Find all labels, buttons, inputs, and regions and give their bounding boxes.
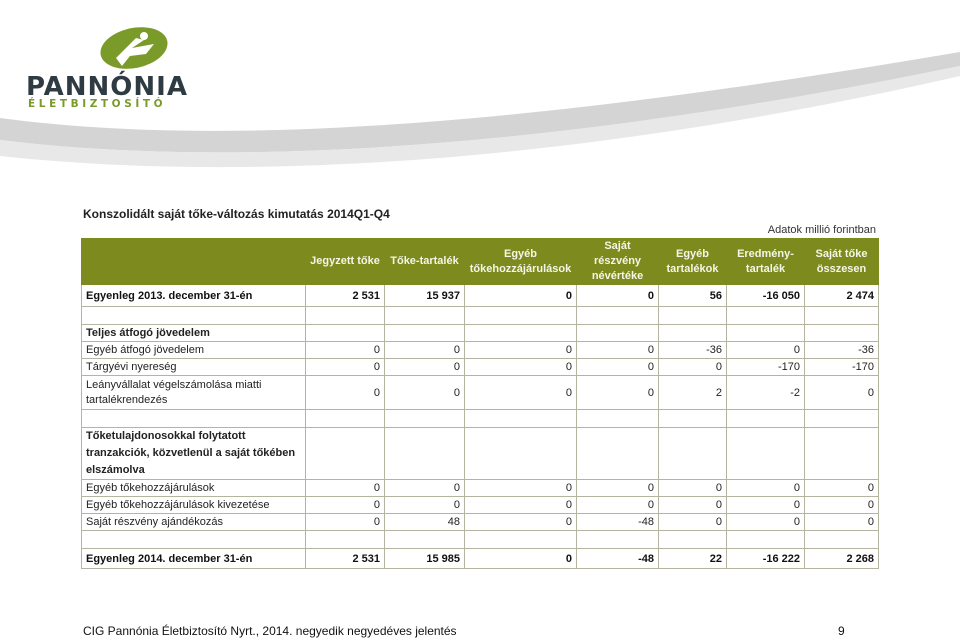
value-cell: 0 bbox=[464, 284, 577, 307]
logo-tagline: ÉLETBIZTOSÍTÓ bbox=[28, 98, 167, 110]
value-cell: 0 bbox=[726, 479, 805, 497]
report-title: Konszolidált saját tőke-változás kimutat… bbox=[83, 207, 390, 221]
row-label: Egyéb tőkehozzájárulások kivezetése bbox=[81, 496, 306, 514]
value-cell: -36 bbox=[658, 341, 727, 359]
value-cell: 0 bbox=[804, 496, 879, 514]
value-cell: 0 bbox=[464, 375, 577, 410]
row-label: Egyéb átfogó jövedelem bbox=[81, 341, 306, 359]
value-cell: 0 bbox=[726, 513, 805, 531]
section-label: Tőketulajdonosokkal folytatott tranzakci… bbox=[81, 427, 306, 480]
value-cell: 0 bbox=[384, 479, 465, 497]
value-cell: 0 bbox=[576, 479, 659, 497]
value-cell: 2 bbox=[658, 375, 727, 410]
spacer-row bbox=[81, 530, 879, 549]
header-cell: Egyéb tőkehozzájárulások bbox=[464, 238, 577, 285]
value-cell: 0 bbox=[658, 358, 727, 376]
value-cell: 15 937 bbox=[384, 284, 465, 307]
table-header-row: Jegyzett tőke Tőke-tartalék Egyéb tőkehoz… bbox=[81, 238, 879, 285]
row-label: Leányvállalat végelszámolása miatti tart… bbox=[81, 375, 306, 410]
header-cell: Egyéb tartalékok bbox=[658, 238, 727, 285]
value-cell: 0 bbox=[576, 341, 659, 359]
table-row: Leányvállalat végelszámolása miatti tart… bbox=[81, 375, 879, 410]
value-cell: 0 bbox=[384, 358, 465, 376]
value-cell: 0 bbox=[726, 341, 805, 359]
value-cell: 0 bbox=[305, 513, 385, 531]
table-row: Egyéb tőkehozzájárulások 0 0 0 0 0 0 0 bbox=[81, 479, 879, 497]
table-row: Egyéb átfogó jövedelem 0 0 0 0 -36 0 -36 bbox=[81, 341, 879, 359]
value-cell: 48 bbox=[384, 513, 465, 531]
value-cell: 0 bbox=[305, 479, 385, 497]
value-cell: -16 050 bbox=[726, 284, 805, 307]
value-cell: 0 bbox=[464, 341, 577, 359]
value-cell: -48 bbox=[576, 513, 659, 531]
value-cell: 0 bbox=[305, 375, 385, 410]
value-cell: 2 531 bbox=[305, 284, 385, 307]
header-cell: Jegyzett tőke bbox=[305, 238, 385, 285]
value-cell: 2 474 bbox=[804, 284, 879, 307]
row-label: Egyéb tőkehozzájárulások bbox=[81, 479, 306, 497]
footer-text: CIG Pannónia Életbiztosító Nyrt., 2014. … bbox=[83, 624, 457, 638]
table-row: Tárgyévi nyereség 0 0 0 0 0 -170 -170 bbox=[81, 358, 879, 376]
row-label: Saját részvény ajándékozás bbox=[81, 513, 306, 531]
opening-balance-row: Egyenleg 2013. december 31-én 2 531 15 9… bbox=[81, 284, 879, 307]
header-cell: Saját tőke összesen bbox=[804, 238, 879, 285]
value-cell: 56 bbox=[658, 284, 727, 307]
value-cell: 22 bbox=[658, 548, 727, 569]
value-cell: 0 bbox=[464, 513, 577, 531]
section-label: Teljes átfogó jövedelem bbox=[81, 324, 306, 342]
value-cell: 2 268 bbox=[804, 548, 879, 569]
value-cell: 0 bbox=[576, 284, 659, 307]
value-cell: 0 bbox=[804, 513, 879, 531]
value-cell: 0 bbox=[576, 375, 659, 410]
value-cell: 0 bbox=[576, 358, 659, 376]
value-cell: -16 222 bbox=[726, 548, 805, 569]
value-cell: 0 bbox=[658, 479, 727, 497]
value-cell: 0 bbox=[658, 513, 727, 531]
spacer-row bbox=[81, 306, 879, 325]
value-cell: 0 bbox=[658, 496, 727, 514]
value-cell: 0 bbox=[305, 358, 385, 376]
value-cell: 0 bbox=[464, 358, 577, 376]
section-row: Teljes átfogó jövedelem bbox=[81, 324, 879, 342]
value-cell: 0 bbox=[384, 496, 465, 514]
value-cell: 0 bbox=[576, 496, 659, 514]
value-cell: 0 bbox=[305, 496, 385, 514]
value-cell: -170 bbox=[726, 358, 805, 376]
value-cell: -36 bbox=[804, 341, 879, 359]
spacer-row bbox=[81, 409, 879, 428]
value-cell: 0 bbox=[384, 375, 465, 410]
value-cell: 0 bbox=[384, 341, 465, 359]
page-number: 9 bbox=[838, 624, 845, 638]
header-cell bbox=[81, 238, 306, 285]
unit-note: Adatok millió forintban bbox=[767, 224, 876, 236]
table-row: Saját részvény ajándékozás 0 48 0 -48 0 … bbox=[81, 513, 879, 531]
row-label: Egyenleg 2013. december 31-én bbox=[81, 284, 306, 307]
value-cell: -170 bbox=[804, 358, 879, 376]
equity-change-table: Jegyzett tőke Tőke-tartalék Egyéb tőkehoz… bbox=[81, 238, 879, 569]
value-cell: 0 bbox=[464, 479, 577, 497]
value-cell: -48 bbox=[576, 548, 659, 569]
header-cell: Eredmény-tartalék bbox=[726, 238, 805, 285]
value-cell: 0 bbox=[464, 548, 577, 569]
value-cell: 0 bbox=[464, 496, 577, 514]
value-cell: 15 985 bbox=[384, 548, 465, 569]
value-cell: 0 bbox=[804, 375, 879, 410]
section-row: Tőketulajdonosokkal folytatott tranzakci… bbox=[81, 427, 879, 480]
value-cell: 0 bbox=[804, 479, 879, 497]
header-cell: Saját részvény névértéke bbox=[576, 238, 659, 285]
row-label: Tárgyévi nyereség bbox=[81, 358, 306, 376]
value-cell: 0 bbox=[305, 341, 385, 359]
value-cell: 2 531 bbox=[305, 548, 385, 569]
row-label: Egyenleg 2014. december 31-én bbox=[81, 548, 306, 569]
value-cell: 0 bbox=[726, 496, 805, 514]
table-row: Egyéb tőkehozzájárulások kivezetése 0 0 … bbox=[81, 496, 879, 514]
value-cell: -2 bbox=[726, 375, 805, 410]
header-cell: Tőke-tartalék bbox=[384, 238, 465, 285]
closing-balance-row: Egyenleg 2014. december 31-én 2 531 15 9… bbox=[81, 548, 879, 569]
